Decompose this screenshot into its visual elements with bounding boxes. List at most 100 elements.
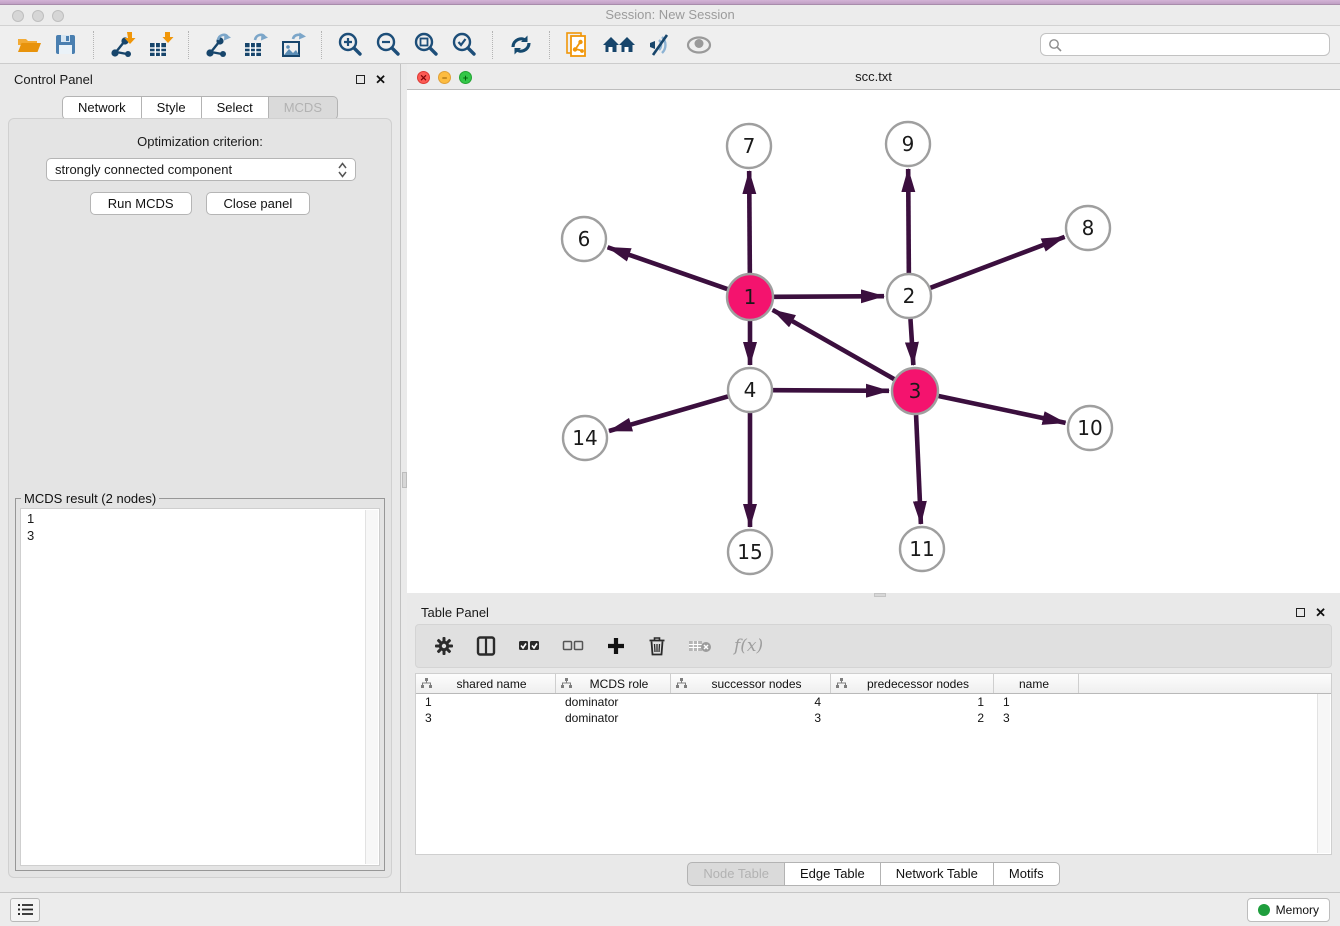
apply-layout-button[interactable] <box>502 29 540 61</box>
close-panel-button[interactable]: Close panel <box>206 192 311 215</box>
export-image-icon <box>279 31 307 59</box>
graph-edge-2-3[interactable] <box>910 319 913 365</box>
graph-edge-3-11[interactable] <box>916 415 921 524</box>
graph-edge-1-6[interactable] <box>608 247 728 289</box>
tab-motifs[interactable]: Motifs <box>994 862 1060 886</box>
zoom-in-icon <box>336 31 364 59</box>
show-hidden-button[interactable] <box>679 29 719 61</box>
graph-node-8[interactable]: 8 <box>1066 206 1110 250</box>
memory-button[interactable]: Memory <box>1247 898 1330 922</box>
control-panel-header: Control Panel ✕ <box>0 64 400 94</box>
delete-columns-button[interactable] <box>642 633 672 659</box>
new-column-button[interactable] <box>600 633 632 659</box>
open-folder-icon <box>15 31 42 58</box>
tab-network[interactable]: Network <box>62 96 142 120</box>
close-panel-icon[interactable]: ✕ <box>375 75 386 84</box>
save-session-button[interactable] <box>47 29 84 60</box>
column-header-predecessor-nodes[interactable]: predecessor nodes <box>831 674 994 693</box>
export-image-button[interactable] <box>274 29 312 61</box>
status-bar: Memory <box>0 892 1340 926</box>
function-builder-button[interactable]: f(x) <box>728 633 769 659</box>
graph-edge-4-3[interactable] <box>773 390 889 391</box>
graph-edge-3-10[interactable] <box>938 396 1065 423</box>
zoom-fit-button[interactable] <box>407 29 445 61</box>
graph-node-14[interactable]: 14 <box>563 416 607 460</box>
zoom-out-button[interactable] <box>369 29 407 61</box>
graph-node-2[interactable]: 2 <box>887 274 931 318</box>
graph-node-9[interactable]: 9 <box>886 122 930 166</box>
tab-network-table[interactable]: Network Table <box>881 862 994 886</box>
scrollbar[interactable] <box>365 510 378 864</box>
graph-edge-2-8[interactable] <box>931 237 1065 288</box>
delete-table-button[interactable] <box>682 635 718 657</box>
graph-node-3[interactable]: 3 <box>892 368 938 414</box>
search-input[interactable] <box>1062 38 1322 52</box>
tab-mcds[interactable]: MCDS <box>269 96 338 120</box>
table-row[interactable]: 1 dominator 4 1 1 <box>416 694 1331 710</box>
close-panel-icon[interactable]: ✕ <box>1315 608 1326 617</box>
graph-node-4[interactable]: 4 <box>728 368 772 412</box>
graph-node-10[interactable]: 10 <box>1068 406 1112 450</box>
select-all-button[interactable] <box>512 636 546 656</box>
column-header-shared-name[interactable]: shared name <box>416 674 556 693</box>
column-header-name[interactable]: name <box>994 674 1079 693</box>
show-columns-button[interactable] <box>470 633 502 659</box>
window-titlebar: Session: New Session <box>0 0 1340 26</box>
graph-edge-1-7[interactable] <box>749 171 750 273</box>
mcds-result-box[interactable]: 1 3 <box>20 508 380 866</box>
vertical-splitter[interactable] <box>400 64 407 892</box>
import-network-button[interactable] <box>103 29 141 61</box>
list-icon <box>17 903 34 916</box>
svg-text:2: 2 <box>903 284 916 308</box>
import-table-button[interactable] <box>141 29 179 61</box>
criterion-dropdown[interactable]: strongly connected component <box>46 158 356 181</box>
graph-node-11[interactable]: 11 <box>900 527 944 571</box>
table-row[interactable]: 3 dominator 3 2 3 <box>416 710 1331 726</box>
column-header-successor-nodes[interactable]: successor nodes <box>671 674 831 693</box>
graph-node-15[interactable]: 15 <box>728 530 772 574</box>
tab-style[interactable]: Style <box>142 96 202 120</box>
zoom-out-icon <box>374 31 402 59</box>
svg-text:1: 1 <box>744 285 757 309</box>
dropdown-stepper-icon <box>338 162 347 178</box>
network-canvas[interactable]: 7 9 6 8 1 2 4 3 14 10 15 11 <box>407 90 1340 593</box>
hide-selected-button[interactable] <box>641 29 679 61</box>
graph-node-7[interactable]: 7 <box>727 124 771 168</box>
search-field[interactable] <box>1040 33 1330 56</box>
svg-text:10: 10 <box>1077 416 1102 440</box>
graph-edge-2-9[interactable] <box>908 169 909 273</box>
table-mode-button[interactable] <box>428 633 460 659</box>
graph-edge-4-14[interactable] <box>609 396 728 431</box>
export-table-button[interactable] <box>236 29 274 61</box>
graph-edge-1-2[interactable] <box>774 296 884 297</box>
new-network-button[interactable] <box>559 29 597 61</box>
show-all-networks-button[interactable] <box>597 30 641 60</box>
svg-text:3: 3 <box>909 379 922 403</box>
network-graph[interactable]: 7 9 6 8 1 2 4 3 14 10 15 11 <box>407 90 1340 593</box>
control-panel-tabs: Network Style Select MCDS <box>0 96 400 120</box>
scrollbar[interactable] <box>1317 694 1330 853</box>
mcds-result-list: 1 3 <box>21 509 379 545</box>
unselect-all-button[interactable] <box>556 636 590 656</box>
float-panel-icon[interactable] <box>1296 608 1305 617</box>
zoom-selected-button[interactable] <box>445 29 483 61</box>
tab-edge-table[interactable]: Edge Table <box>785 862 881 886</box>
table-header-row: shared name MCDS role successor nodes pr… <box>416 674 1331 694</box>
network-window-title: scc.txt <box>407 69 1340 84</box>
graph-node-6[interactable]: 6 <box>562 217 606 261</box>
mcds-panel-body: Optimization criterion: strongly connect… <box>8 118 392 878</box>
graph-edge-3-1[interactable] <box>773 310 895 379</box>
zoom-in-button[interactable] <box>331 29 369 61</box>
hide-selected-icon <box>646 31 674 59</box>
open-session-button[interactable] <box>10 29 47 60</box>
column-header-mcds-role[interactable]: MCDS role <box>556 674 671 693</box>
run-mcds-button[interactable]: Run MCDS <box>90 192 192 215</box>
export-network-button[interactable] <box>198 29 236 61</box>
tab-select[interactable]: Select <box>202 96 269 120</box>
float-panel-icon[interactable] <box>356 75 365 84</box>
tab-node-table[interactable]: Node Table <box>687 862 785 886</box>
graph-node-1[interactable]: 1 <box>727 274 773 320</box>
network-window-titlebar[interactable]: ✕ − + scc.txt <box>407 64 1340 90</box>
gear-icon <box>434 636 454 656</box>
task-history-button[interactable] <box>10 898 40 922</box>
